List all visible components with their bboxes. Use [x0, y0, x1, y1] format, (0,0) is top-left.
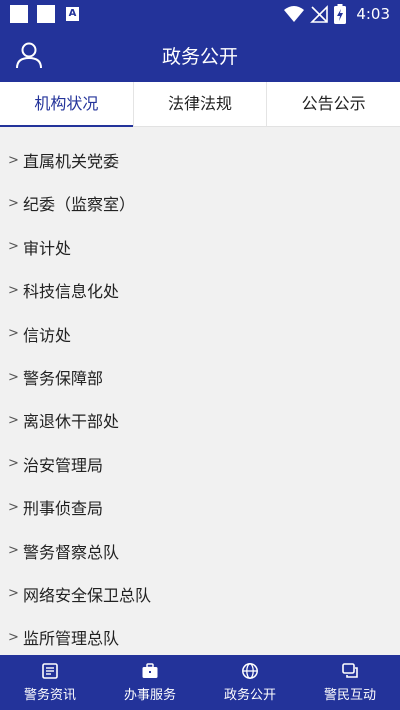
list-item-label: 信访处 — [23, 325, 72, 345]
list-item[interactable]: > 刑事侦查局 — [0, 486, 400, 529]
tab-institution-status[interactable]: 机构状况 — [0, 82, 134, 127]
chevron-right-icon: > — [8, 586, 19, 602]
list-item[interactable]: > 纪委（监察室） — [0, 182, 400, 225]
list-item[interactable]: > 网络安全保卫总队 — [0, 572, 400, 615]
tab-announcements[interactable]: 公告公示 — [267, 82, 400, 126]
list-item[interactable]: > 治安管理局 — [0, 442, 400, 485]
chevron-right-icon: > — [8, 326, 19, 342]
list-item-label: 警务保障部 — [23, 369, 104, 389]
list-item[interactable]: > 警务保障部 — [0, 355, 400, 398]
notification-square-icon — [37, 5, 55, 23]
chevron-right-icon: > — [8, 412, 19, 428]
nav-label: 办事服务 — [123, 688, 176, 703]
chevron-right-icon: > — [8, 195, 19, 211]
clock: 4:03 — [356, 5, 390, 23]
list-item[interactable]: > 审计处 — [0, 225, 400, 268]
news-icon — [42, 663, 58, 679]
nav-police-interaction[interactable]: 警民互动 — [300, 655, 400, 710]
battery-charging-icon — [334, 4, 347, 24]
list-item[interactable]: >政治部 — [0, 128, 400, 138]
list-item-label: 监所管理总队 — [23, 629, 120, 649]
list-item-label: 刑事侦查局 — [23, 499, 104, 519]
list-item-label: 政治部 — [23, 128, 71, 129]
list-item-label: 网络安全保卫总队 — [23, 585, 152, 605]
list-item[interactable]: > 科技信息化处 — [0, 269, 400, 312]
bottom-nav: 警务资讯 办事服务 政务公开 警民互动 — [0, 655, 400, 710]
page-title: 政务公开 — [161, 46, 238, 68]
chevron-right-icon: > — [8, 456, 19, 472]
chevron-right-icon: > — [8, 239, 19, 255]
chat-icon — [342, 663, 358, 678]
list-item-label: 治安管理局 — [23, 455, 104, 475]
list-item-label: 科技信息化处 — [23, 282, 120, 302]
list-item[interactable]: > 警务督察总队 — [0, 529, 400, 572]
nav-label: 政务公开 — [223, 688, 276, 703]
list-item-label: 直属机关党委 — [23, 152, 120, 172]
nav-government-affairs[interactable]: 政务公开 — [200, 655, 300, 710]
chevron-right-icon: > — [8, 282, 19, 298]
nav-police-news[interactable]: 警务资讯 — [0, 655, 100, 710]
nav-label: 警务资讯 — [23, 688, 76, 703]
chevron-right-icon: > — [8, 499, 19, 515]
list-item-label: 离退休干部处 — [23, 412, 120, 432]
signal-off-icon — [310, 5, 329, 23]
notification-a-icon: A — [66, 7, 79, 21]
notification-square-icon — [10, 5, 28, 23]
globe-icon — [242, 663, 258, 679]
nav-services[interactable]: 办事服务 — [100, 655, 200, 710]
app-bar: 政务公开 — [0, 28, 400, 82]
list-item[interactable]: > 监所管理总队 — [0, 616, 400, 655]
nav-label: 警民互动 — [323, 688, 376, 703]
list-item-label: 警务督察总队 — [23, 542, 120, 562]
list-item-label: 审计处 — [23, 238, 72, 258]
institution-list[interactable]: >政治部>直属机关党委>纪委（监察室）>审计处>科技信息化处>信访处>警务保障部… — [0, 128, 400, 655]
chevron-right-icon: > — [8, 152, 19, 168]
chevron-right-icon: > — [8, 629, 19, 645]
wifi-icon — [284, 6, 305, 22]
tab-laws-regulations[interactable]: 法律法规 — [134, 82, 268, 126]
tab-bar: 机构状况 法律法规 公告公示 — [0, 82, 400, 127]
list-item[interactable]: > 离退休干部处 — [0, 399, 400, 442]
status-bar: A 4:03 — [0, 0, 400, 28]
chevron-right-icon: > — [8, 369, 19, 385]
briefcase-icon — [142, 663, 158, 678]
chevron-right-icon: > — [8, 543, 19, 559]
list-item-label: 纪委（监察室） — [23, 195, 136, 215]
list-item[interactable]: > 直属机关党委 — [0, 138, 400, 181]
list-item[interactable]: > 信访处 — [0, 312, 400, 355]
